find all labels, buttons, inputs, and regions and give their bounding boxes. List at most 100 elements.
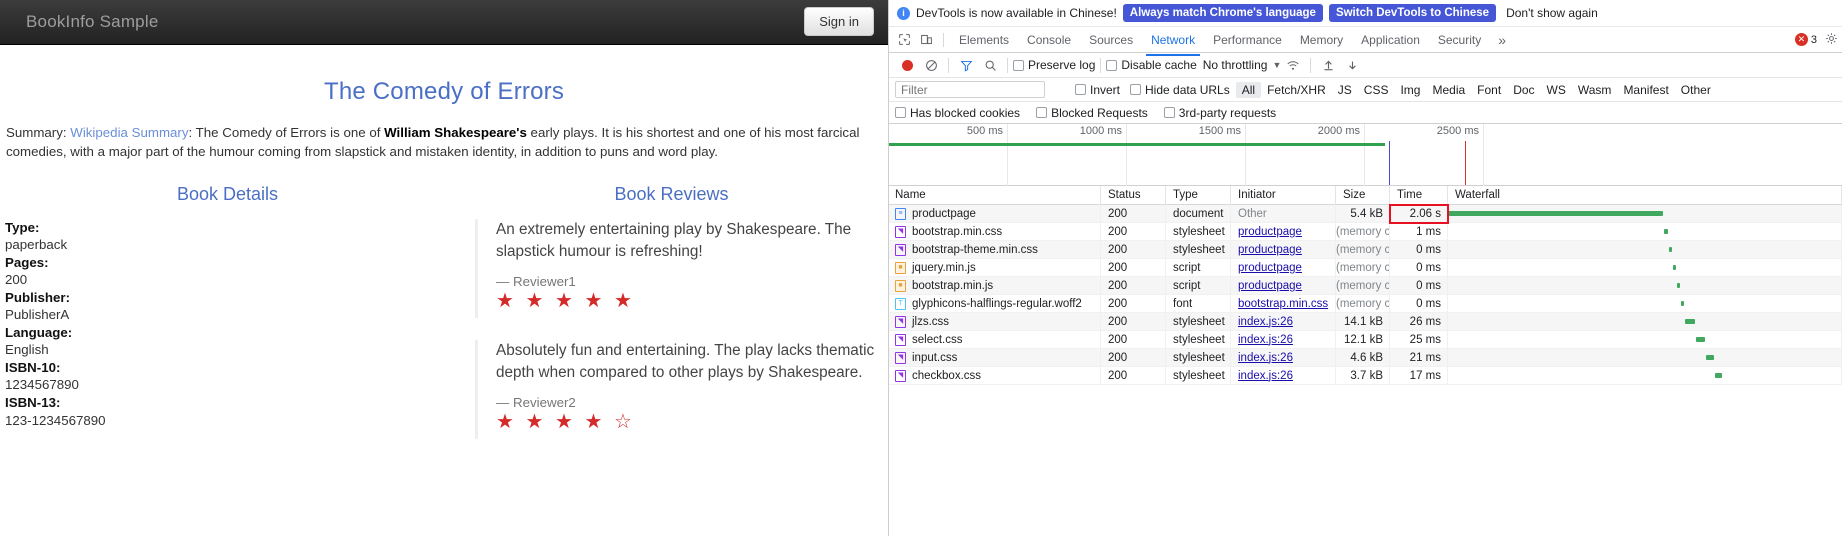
- cell-status: 200: [1101, 294, 1166, 313]
- request-name: productpage: [912, 207, 976, 220]
- tab-sources[interactable]: Sources: [1080, 29, 1142, 51]
- tab-console[interactable]: Console: [1018, 29, 1080, 51]
- initiator-link[interactable]: productpage: [1238, 280, 1302, 292]
- waterfall-bar: [1706, 354, 1714, 360]
- initiator-link[interactable]: productpage: [1238, 262, 1302, 274]
- network-conditions-icon[interactable]: [1281, 55, 1305, 75]
- filter-type-wasm[interactable]: Wasm: [1572, 82, 1618, 98]
- table-row[interactable]: ≡ productpage 200 document Other 5.4 kB 2.06 s: [889, 203, 1842, 224]
- column-header-size[interactable]: Size: [1336, 186, 1390, 205]
- initiator-link[interactable]: index.js:26: [1238, 334, 1293, 346]
- table-row[interactable]: ◥ bootstrap-theme.min.css 200 stylesheet pro…: [889, 240, 1842, 259]
- tab-memory[interactable]: Memory: [1291, 29, 1352, 51]
- filter-toggle-icon[interactable]: [954, 55, 978, 75]
- filter-type-media[interactable]: Media: [1426, 82, 1471, 98]
- network-overview[interactable]: 500 ms 1000 ms 1500 ms 2000 ms 2500 ms: [889, 124, 1842, 186]
- device-toolbar-icon[interactable]: [915, 30, 937, 50]
- preserve-log-checkbox[interactable]: Preserve log: [1013, 58, 1095, 72]
- table-row[interactable]: Tglyphicons-halflings-regular.woff2 200 fo…: [889, 294, 1842, 313]
- column-header-waterfall[interactable]: Waterfall: [1448, 186, 1842, 205]
- column-header-status[interactable]: Status: [1101, 186, 1166, 205]
- wikipedia-summary-link[interactable]: Wikipedia Summary: [70, 125, 188, 140]
- table-row[interactable]: ◥ bootstrap.min.css 200 stylesheet productpa…: [889, 222, 1842, 241]
- search-icon[interactable]: [978, 55, 1002, 75]
- cell-status: 200: [1101, 204, 1166, 223]
- blocked-requests-checkbox[interactable]: Blocked Requests: [1036, 106, 1148, 120]
- throttling-select[interactable]: No throttling: [1203, 58, 1268, 72]
- third-party-requests-checkbox[interactable]: 3rd-party requests: [1163, 106, 1276, 120]
- tab-network[interactable]: Network: [1142, 29, 1204, 56]
- table-row[interactable]: ■ bootstrap.min.js 200 script productpage (me…: [889, 276, 1842, 295]
- table-row[interactable]: ◥ select.css 200 stylesheet index.js:26 12.1 …: [889, 330, 1842, 349]
- tab-performance[interactable]: Performance: [1204, 29, 1291, 51]
- filter-type-manifest[interactable]: Manifest: [1617, 82, 1674, 98]
- request-name: jlzs.css: [912, 315, 950, 328]
- filter-type-all[interactable]: All: [1235, 81, 1262, 98]
- initiator-link[interactable]: index.js:26: [1238, 352, 1293, 364]
- detail-label: Language:: [5, 324, 73, 340]
- filter-type-css[interactable]: CSS: [1358, 82, 1395, 98]
- record-button[interactable]: [895, 55, 919, 75]
- filter-type-font[interactable]: Font: [1471, 82, 1507, 98]
- filter-type-ws[interactable]: WS: [1541, 82, 1572, 98]
- table-row[interactable]: ■ jquery.min.js 200 script productpage (memor…: [889, 258, 1842, 277]
- inspect-element-icon[interactable]: [893, 30, 915, 50]
- cell-time: 17 ms: [1390, 366, 1448, 385]
- hide-data-urls-checkbox[interactable]: Hide data URLs: [1130, 83, 1230, 97]
- sign-in-button[interactable]: Sign in: [804, 7, 874, 36]
- tab-application[interactable]: Application: [1352, 29, 1429, 51]
- cell-size: (memory c…: [1336, 276, 1390, 295]
- table-row[interactable]: ◥ checkbox.css 200 stylesheet index.js:26 3.7…: [889, 366, 1842, 385]
- book-details-column: Book Details Type: paperback Pages: 200 …: [0, 184, 455, 462]
- always-match-language-button[interactable]: Always match Chrome's language: [1122, 4, 1323, 22]
- initiator-link[interactable]: bootstrap.min.css: [1238, 298, 1328, 310]
- hide-data-urls-label: Hide data URLs: [1145, 82, 1230, 97]
- cell-initiator: bootstrap.min.css: [1231, 294, 1336, 313]
- bookinfo-page: BookInfo Sample Sign in The Comedy of Er…: [0, 0, 888, 536]
- request-name: jquery.min.js: [912, 261, 976, 274]
- waterfall-bar: [1669, 246, 1672, 252]
- filter-type-js[interactable]: JS: [1332, 82, 1358, 98]
- table-row[interactable]: ◥ input.css 200 stylesheet index.js:26 4.6 kB…: [889, 348, 1842, 367]
- table-header: Name Status Type Initiator Size Time Wat…: [889, 186, 1842, 205]
- filter-input[interactable]: [895, 81, 1045, 98]
- initiator-link[interactable]: index.js:26: [1238, 316, 1293, 328]
- switch-devtools-language-button[interactable]: Switch DevTools to Chinese: [1328, 4, 1497, 22]
- blocked-requests-label: Blocked Requests: [1051, 105, 1148, 120]
- column-header-name[interactable]: Name: [889, 186, 1101, 205]
- error-count-badge[interactable]: ✕ 3: [1794, 33, 1817, 46]
- column-header-initiator[interactable]: Initiator: [1231, 186, 1336, 205]
- column-header-time[interactable]: Time: [1390, 186, 1448, 205]
- tab-security[interactable]: Security: [1429, 29, 1490, 51]
- checkbox-box: [1013, 59, 1024, 71]
- import-har-icon[interactable]: [1316, 55, 1340, 75]
- clear-button[interactable]: [919, 55, 943, 75]
- disable-cache-checkbox[interactable]: Disable cache: [1106, 58, 1197, 72]
- filter-type-img[interactable]: Img: [1394, 82, 1426, 98]
- invert-checkbox[interactable]: Invert: [1075, 83, 1120, 97]
- cell-waterfall: [1448, 240, 1842, 259]
- more-tabs-icon[interactable]: »: [1490, 32, 1514, 48]
- filter-type-fetch-xhr[interactable]: Fetch/XHR: [1261, 82, 1332, 98]
- column-header-type[interactable]: Type: [1166, 186, 1231, 205]
- tab-elements[interactable]: Elements: [950, 29, 1018, 51]
- book-details-list: Type: paperback Pages: 200 Publisher: Pu…: [0, 219, 455, 430]
- dont-show-again-link[interactable]: Don't show again: [1502, 4, 1602, 22]
- settings-gear-icon[interactable]: [1821, 32, 1842, 48]
- initiator-link[interactable]: index.js:26: [1238, 370, 1293, 382]
- chevron-down-icon[interactable]: ▼: [1272, 60, 1281, 70]
- stylesheet-icon: ◥: [895, 225, 906, 238]
- filter-type-doc[interactable]: Doc: [1507, 82, 1540, 98]
- detail-value: English: [5, 342, 49, 358]
- has-blocked-cookies-checkbox[interactable]: Has blocked cookies: [895, 106, 1020, 120]
- detail-label: Type:: [5, 219, 40, 235]
- export-har-icon[interactable]: [1340, 55, 1364, 75]
- initiator-link[interactable]: productpage: [1238, 226, 1302, 238]
- waterfall-bar: [1677, 282, 1680, 288]
- filter-type-other[interactable]: Other: [1675, 82, 1717, 98]
- cell-type: script: [1166, 258, 1231, 277]
- table-row[interactable]: ◥ jlzs.css 200 stylesheet index.js:26 14.1 kB…: [889, 312, 1842, 331]
- cell-size: 3.7 kB: [1336, 366, 1390, 385]
- cell-waterfall: [1448, 348, 1842, 367]
- initiator-link[interactable]: productpage: [1238, 244, 1302, 256]
